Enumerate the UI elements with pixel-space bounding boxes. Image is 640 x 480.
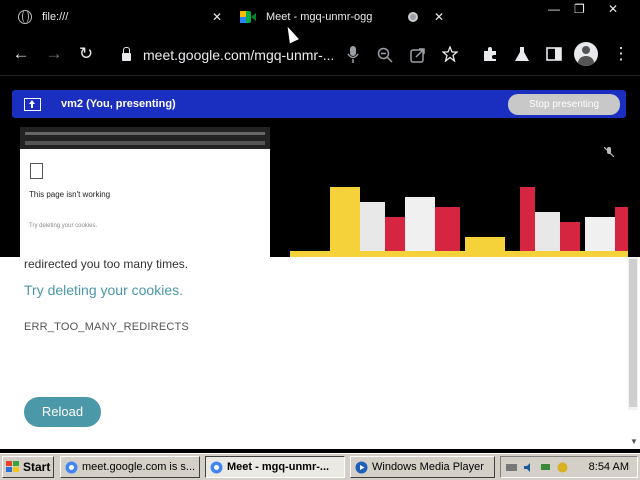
- side-panel-icon[interactable]: [546, 46, 562, 62]
- taskbar-item-media-player[interactable]: Windows Media Player: [350, 456, 495, 478]
- vertical-scrollbar[interactable]: [628, 257, 638, 410]
- forward-icon[interactable]: →: [43, 44, 65, 64]
- labs-flask-icon[interactable]: [514, 46, 530, 62]
- tab-title: Meet - mgq-unmr-ogg: [266, 11, 373, 23]
- stop-presenting-button[interactable]: Stop presenting: [508, 94, 620, 115]
- task-label: Windows Media Player: [372, 461, 484, 473]
- broken-page-icon: [30, 163, 43, 179]
- preview-error-hint: Try deleting your cookies.: [29, 223, 98, 229]
- error-page: redirected you too many times. Try delet…: [0, 257, 640, 449]
- tab-file[interactable]: file:/// ✕: [18, 4, 228, 30]
- start-label: Start: [23, 460, 51, 474]
- globe-icon: [18, 10, 32, 24]
- recording-icon: [408, 12, 418, 22]
- media-player-icon: [355, 461, 368, 473]
- system-tray: 8:54 AM: [500, 456, 638, 478]
- volume-icon[interactable]: [522, 461, 535, 474]
- microphone-icon[interactable]: [347, 46, 359, 63]
- zoom-out-icon[interactable]: [377, 47, 393, 63]
- taskbar-item-meet[interactable]: Meet - mgq-unmr-...: [205, 456, 345, 478]
- close-tab-icon[interactable]: ✕: [434, 10, 444, 24]
- start-button[interactable]: Start: [2, 456, 54, 478]
- restore-icon[interactable]: ❐: [574, 2, 585, 16]
- bookmark-star-icon[interactable]: [442, 46, 458, 62]
- tab-meet[interactable]: Meet - mgq-unmr-ogg ✕: [240, 4, 450, 30]
- security-icon[interactable]: [556, 461, 569, 474]
- taskbar: Start meet.google.com is s... Meet - mgq…: [0, 453, 640, 480]
- close-window-icon[interactable]: ✕: [608, 2, 618, 16]
- task-label: meet.google.com is s...: [82, 461, 196, 473]
- reload-button[interactable]: Reload: [24, 397, 101, 427]
- windows-logo-icon: [6, 461, 20, 473]
- url-text[interactable]: meet.google.com/mgq-unmr-...: [143, 47, 333, 63]
- browser-toolbar: ← → ↻ meet.google.com/mgq-unmr-... ⋮: [0, 34, 640, 76]
- clock[interactable]: 8:54 AM: [589, 461, 629, 473]
- delete-cookies-link[interactable]: Try deleting your cookies.: [24, 282, 183, 298]
- back-icon[interactable]: ←: [10, 44, 32, 64]
- minimize-icon[interactable]: —: [548, 2, 560, 16]
- share-icon[interactable]: [410, 47, 426, 63]
- error-message: redirected you too many times.: [24, 257, 189, 271]
- screen: file:/// ✕ Meet - mgq-unmr-ogg ✕ — ❐ ✕ ←…: [0, 0, 640, 480]
- tab-title: file:///: [42, 11, 69, 23]
- lock-icon: [122, 47, 131, 61]
- meet-presenting-area: vm2 (You, presenting) Stop presenting Th…: [0, 77, 640, 257]
- network-icon[interactable]: [539, 461, 552, 474]
- close-tab-icon[interactable]: ✕: [212, 10, 222, 24]
- reload-icon[interactable]: ↻: [75, 44, 97, 64]
- scrollbar-thumb[interactable]: [629, 259, 637, 407]
- chrome-icon: [210, 461, 223, 473]
- mic-off-icon: [604, 147, 614, 157]
- scroll-down-icon[interactable]: ▼: [630, 437, 638, 446]
- presenting-label: vm2 (You, presenting): [61, 98, 176, 110]
- task-label: Meet - mgq-unmr-...: [227, 461, 330, 473]
- present-screen-icon: [24, 97, 41, 111]
- profile-avatar[interactable]: [574, 42, 598, 66]
- presenting-banner: vm2 (You, presenting) Stop presenting: [12, 90, 626, 118]
- tab-strip: file:/// ✕ Meet - mgq-unmr-ogg ✕ — ❐ ✕: [0, 0, 640, 34]
- menu-kebab-icon[interactable]: ⋮: [610, 44, 632, 64]
- extensions-icon[interactable]: [482, 46, 498, 62]
- keyboard-icon[interactable]: [505, 461, 518, 474]
- chrome-icon: [65, 461, 78, 473]
- taskbar-item-meet-sharing[interactable]: meet.google.com is s...: [60, 456, 200, 478]
- error-code: ERR_TOO_MANY_REDIRECTS: [24, 321, 189, 333]
- participant-video-tile: [290, 127, 628, 257]
- preview-error-title: This page isn't working: [29, 190, 111, 199]
- preview-browser-bar: [20, 127, 270, 149]
- screen-share-preview: This page isn't working Try deleting you…: [20, 127, 270, 257]
- meet-icon: [240, 11, 256, 23]
